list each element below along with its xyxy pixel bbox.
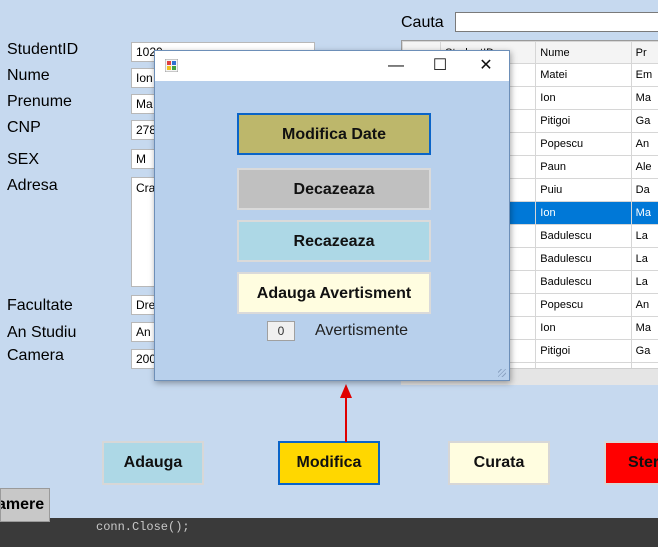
search-label: Cauta — [401, 14, 444, 31]
warnings-label: Avertismente — [315, 322, 409, 339]
table-cell[interactable]: Ion — [535, 201, 632, 225]
table-cell[interactable]: An — [630, 293, 658, 317]
adresa-label: Adresa — [7, 177, 58, 194]
modifica-date-button[interactable]: Modifica Date — [237, 113, 431, 155]
decazeaza-button[interactable]: Decazeaza — [237, 168, 431, 210]
grid-header-nume[interactable]: Nume — [535, 41, 632, 64]
grid-header-prenume[interactable]: Pr — [630, 41, 658, 64]
close-icon[interactable]: ✕ — [471, 55, 501, 77]
adauga-button[interactable]: Adauga — [102, 441, 204, 485]
recazeaza-button[interactable]: Recazeaza — [237, 220, 431, 262]
search-input[interactable] — [455, 12, 658, 32]
table-cell[interactable]: Puiu — [535, 178, 632, 202]
maximize-icon[interactable]: ☐ — [425, 55, 455, 77]
cnp-label: CNP — [7, 119, 41, 136]
annotation-arrow-head — [340, 384, 352, 398]
table-cell[interactable]: Ma — [630, 316, 658, 340]
nume-label: Nume — [7, 67, 50, 84]
app-icon — [164, 58, 179, 73]
modifica-button[interactable]: Modifica — [278, 441, 380, 485]
camere-button-label: amere — [0, 496, 45, 513]
minimize-icon[interactable]: — — [381, 55, 411, 77]
table-cell[interactable]: Popescu — [535, 293, 632, 317]
an-studiu-label: An Studiu — [7, 324, 77, 341]
table-cell[interactable]: La — [630, 247, 658, 271]
camera-label: Camera — [7, 347, 64, 364]
resize-grip-icon[interactable] — [498, 369, 506, 377]
table-cell[interactable]: Matei — [535, 63, 632, 87]
camere-button[interactable]: amere — [0, 488, 50, 522]
adauga-avertisment-button[interactable]: Adauga Avertisment — [237, 272, 431, 314]
table-cell[interactable]: Ga — [630, 339, 658, 363]
table-cell[interactable]: Pitigoi — [535, 109, 632, 133]
studentid-label: StudentID — [7, 41, 79, 58]
table-cell[interactable]: Ma — [630, 86, 658, 110]
table-cell[interactable]: An — [630, 132, 658, 156]
sex-label: SEX — [7, 151, 40, 168]
table-cell[interactable]: Em — [630, 63, 658, 87]
table-cell[interactable]: Ion — [535, 86, 632, 110]
table-cell[interactable]: La — [630, 270, 658, 294]
warnings-count-field[interactable]: 0 — [267, 321, 295, 341]
facultate-label: Facultate — [7, 297, 73, 314]
table-cell[interactable]: Da — [630, 178, 658, 202]
table-cell[interactable]: Pitigoi — [535, 339, 632, 363]
table-cell[interactable]: La — [630, 224, 658, 248]
table-cell[interactable]: Badulescu — [535, 224, 632, 248]
prenume-label: Prenume — [7, 93, 72, 110]
table-cell[interactable]: Ale — [630, 155, 658, 179]
table-cell[interactable]: Badulescu — [535, 247, 632, 271]
sterge-button[interactable]: Ster — [604, 441, 658, 485]
table-cell[interactable]: Ma — [630, 201, 658, 225]
table-cell[interactable]: Popescu — [535, 132, 632, 156]
table-cell[interactable]: Badulescu — [535, 270, 632, 294]
table-cell[interactable]: Ion — [535, 316, 632, 340]
options-dialog: — ☐ ✕ Modifica Date Decazeaza Recazeaza … — [154, 50, 510, 381]
curata-button[interactable]: Curata — [448, 441, 550, 485]
table-cell[interactable]: Ga — [630, 109, 658, 133]
dialog-titlebar[interactable]: — ☐ ✕ — [155, 51, 509, 81]
table-cell[interactable]: Paun — [535, 155, 632, 179]
code-line: conn.Close(); — [96, 520, 190, 534]
